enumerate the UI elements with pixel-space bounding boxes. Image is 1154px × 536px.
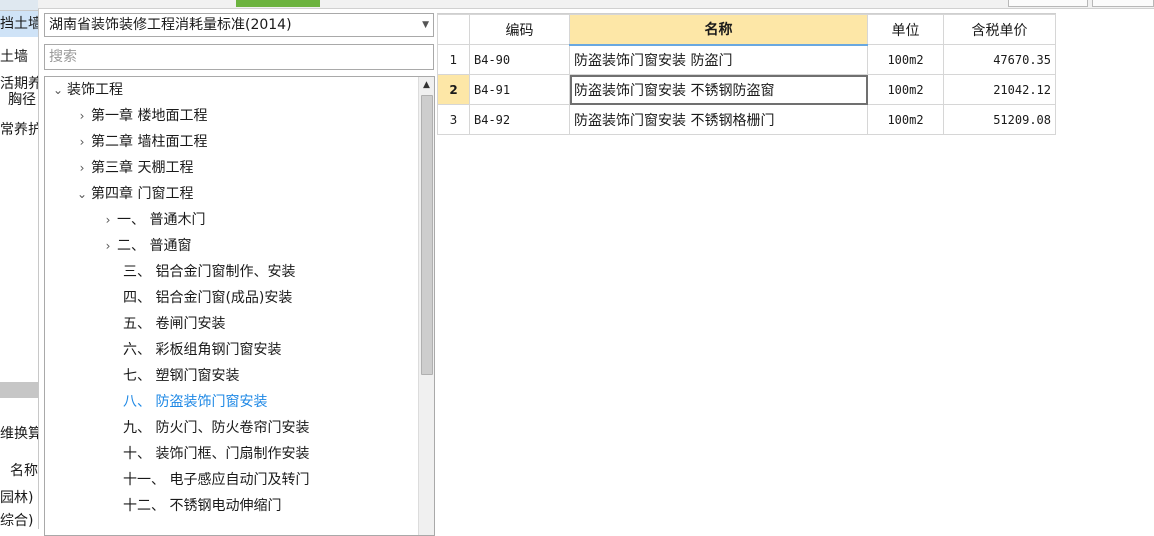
tree-node-section[interactable]: 五、 卷闸门安装 <box>123 311 225 337</box>
grid-header-name[interactable]: 名称 <box>569 14 868 46</box>
library-select[interactable]: 湖南省装饰装修工程消耗量标准(2014) ▼ <box>44 13 434 37</box>
tree-node-section[interactable]: 十二、 不锈钢电动伸缩门 <box>123 493 281 519</box>
tree-node-label: 七、 塑钢门窗安装 <box>123 368 240 384</box>
tree-node-label: 二、 普通窗 <box>117 238 192 254</box>
tree-node-label: 三、 铝合金门窗制作、安装 <box>123 264 296 280</box>
toolbar-button[interactable] <box>1008 0 1088 7</box>
cell-code[interactable]: B4-92 <box>469 104 570 135</box>
tree-node-chapter[interactable]: › 第二章 墙柱面工程 <box>73 129 208 155</box>
left-list-item[interactable]: 综合) <box>0 510 38 529</box>
left-list-item[interactable]: 活期养 胸径 <box>0 76 38 108</box>
tree-node-label: 十、 装饰门框、门扇制作安装 <box>123 446 310 462</box>
row-number: 2 <box>437 74 470 105</box>
cell-unit[interactable]: 100m2 <box>867 104 944 135</box>
chevron-right-icon[interactable]: › <box>99 233 117 259</box>
splitter[interactable] <box>0 382 38 398</box>
quota-grid: 编码 名称 单位 含税单价 1 B4-90 防盗装饰门窗安装 防盗门 100m2… <box>437 13 1056 135</box>
grid-header-row: 编码 名称 单位 含税单价 <box>437 14 1056 46</box>
tree-node-chapter[interactable]: › 第一章 楼地面工程 <box>73 103 208 129</box>
search-input[interactable] <box>44 44 434 70</box>
cell-name-focused[interactable]: 防盗装饰门窗安装 不锈钢防盗窗 <box>569 74 868 105</box>
tree-node-label: 十二、 不锈钢电动伸缩门 <box>123 498 282 514</box>
tree-node-section[interactable]: 四、 铝合金门窗(成品)安装 <box>123 285 292 311</box>
left-list-item-line: 胸径 <box>8 92 36 108</box>
grid-header-unit[interactable]: 单位 <box>867 14 944 45</box>
chevron-right-icon[interactable]: › <box>99 207 117 233</box>
chevron-down-icon[interactable]: ▼ <box>422 14 429 36</box>
chevron-right-icon[interactable]: › <box>73 103 91 129</box>
left-list-item[interactable]: 常养护 <box>0 119 38 141</box>
tree-node-chapter[interactable]: › 第三章 天棚工程 <box>73 155 194 181</box>
tree-node-label: 八、 防盗装饰门窗安装 <box>123 394 268 410</box>
cell-code[interactable]: B4-91 <box>469 74 570 105</box>
table-row-active[interactable]: 2 B4-91 防盗装饰门窗安装 不锈钢防盗窗 100m2 21042.12 <box>437 74 1056 105</box>
tree-node-label: 六、 彩板组角钢门窗安装 <box>123 342 282 358</box>
tree-node-chapter[interactable]: ⌄ 第四章 门窗工程 <box>73 181 193 207</box>
left-column-header: 名称 <box>10 463 38 479</box>
table-row[interactable]: 3 B4-92 防盗装饰门窗安装 不锈钢格栅门 100m2 51209.08 <box>437 104 1056 135</box>
tree-node-label: 第一章 楼地面工程 <box>91 108 208 124</box>
tree-node-section[interactable]: › 二、 普通窗 <box>99 233 192 259</box>
tree-scrollbar[interactable]: ▲ <box>418 77 434 535</box>
left-list-item[interactable]: 园林) <box>0 487 38 509</box>
chevron-right-icon[interactable]: › <box>73 129 91 155</box>
left-panel-header <box>0 0 38 11</box>
tree-node-label: 第四章 门窗工程 <box>91 186 194 202</box>
left-list-item[interactable]: 土墙 <box>0 44 38 70</box>
top-toolbar <box>38 0 1154 9</box>
tree-node-section[interactable]: 三、 铝合金门窗制作、安装 <box>123 259 295 285</box>
cell-price[interactable]: 51209.08 <box>943 104 1056 135</box>
cell-unit[interactable]: 100m2 <box>867 44 944 75</box>
cell-name[interactable]: 防盗装饰门窗安装 不锈钢格栅门 <box>569 104 868 135</box>
chapter-tree: ⌄ 装饰工程 › 第一章 楼地面工程 › 第二章 墙柱面工程 › 第三章 天棚工程 ⌄ 第… <box>44 76 435 536</box>
tree-node-section[interactable]: 十一、 电子感应自动门及转门 <box>123 467 309 493</box>
tree-node-label: 十一、 电子感应自动门及转门 <box>123 472 310 488</box>
tree-node-section[interactable]: 七、 塑钢门窗安装 <box>123 363 239 389</box>
active-tab-indicator[interactable] <box>236 0 320 7</box>
chevron-right-icon[interactable]: › <box>73 155 91 181</box>
tree-node-section-selected[interactable]: 八、 防盗装饰门窗安装 <box>123 389 267 415</box>
table-row[interactable]: 1 B4-90 防盗装饰门窗安装 防盗门 100m2 47670.35 <box>437 44 1056 75</box>
tree-node-label: 九、 防火门、防火卷帘门安装 <box>123 420 310 436</box>
left-panel: 挡土墙 土墙 活期养 胸径 常养护 维换算 名称 园林) 综合) <box>0 0 39 529</box>
grid-header-rownum <box>437 14 470 45</box>
tree-node-section[interactable]: 十、 装饰门框、门扇制作安装 <box>123 441 309 467</box>
tree-node-label: 五、 卷闸门安装 <box>123 316 226 332</box>
chevron-down-icon[interactable]: ⌄ <box>73 181 91 207</box>
cell-unit[interactable]: 100m2 <box>867 74 944 105</box>
cell-price[interactable]: 47670.35 <box>943 44 1056 75</box>
scrollbar-thumb[interactable] <box>421 95 433 375</box>
left-list-item-line: 活期养 <box>0 76 39 92</box>
toolbar-button[interactable] <box>1092 0 1154 7</box>
tree-node-label: 第三章 天棚工程 <box>91 160 194 176</box>
cell-price[interactable]: 21042.12 <box>943 74 1056 105</box>
tree-node-label: 装饰工程 <box>67 82 123 98</box>
tree-node-label: 第二章 墙柱面工程 <box>91 134 208 150</box>
left-panel-title: 维换算 <box>0 426 39 442</box>
row-number: 1 <box>437 44 470 75</box>
chevron-down-icon[interactable]: ⌄ <box>49 77 67 103</box>
tree-node-section[interactable]: 六、 彩板组角钢门窗安装 <box>123 337 281 363</box>
row-number: 3 <box>437 104 470 135</box>
grid-header-code[interactable]: 编码 <box>469 14 570 45</box>
grid-header-price[interactable]: 含税单价 <box>943 14 1056 45</box>
cell-name[interactable]: 防盗装饰门窗安装 防盗门 <box>569 44 868 75</box>
cell-code[interactable]: B4-90 <box>469 44 570 75</box>
scroll-up-icon[interactable]: ▲ <box>419 77 434 93</box>
tree-node-section[interactable]: › 一、 普通木门 <box>99 207 206 233</box>
tree-node-label: 四、 铝合金门窗(成品)安装 <box>123 290 293 306</box>
library-select-value: 湖南省装饰装修工程消耗量标准(2014) <box>49 17 292 33</box>
tree-node-section[interactable]: 九、 防火门、防火卷帘门安装 <box>123 415 309 441</box>
tree-node-label: 一、 普通木门 <box>117 212 206 228</box>
left-list-item[interactable]: 挡土墙 <box>0 11 38 37</box>
tree-node-root[interactable]: ⌄ 装饰工程 <box>49 77 123 103</box>
